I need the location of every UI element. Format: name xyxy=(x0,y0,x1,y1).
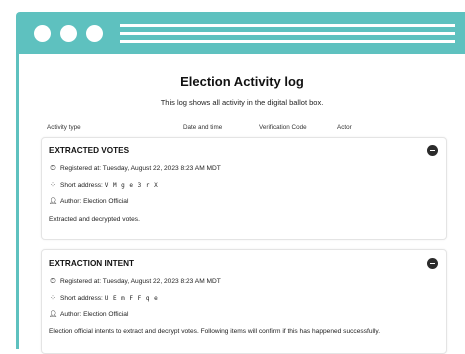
log-entry-card[interactable]: EXTRACTED VOTES 🕒︎ Registered at: Tuesday… xyxy=(41,137,447,240)
entry-short-address-row: ⁘ Short address: V M g e 3 r X xyxy=(49,181,158,189)
fingerprint-icon: ⁘ xyxy=(50,182,56,189)
entry-author-row: 👤︎ Author: Election Official xyxy=(49,197,128,205)
fingerprint-icon: ⁘ xyxy=(50,295,56,302)
window-titlebar xyxy=(16,12,465,54)
short-address-value: U E m F F q e xyxy=(104,295,159,302)
registered-value: Tuesday, August 22, 2023 8:23 AM MDT xyxy=(102,278,221,285)
column-header-date-time[interactable]: Date and time xyxy=(183,124,222,131)
registered-label: Registered at: xyxy=(60,278,102,285)
entry-registered-row: 🕒︎ Registered at: Tuesday, August 22, 202… xyxy=(49,278,221,286)
titlebar-line xyxy=(120,32,455,35)
clock-icon: 🕒︎ xyxy=(50,278,56,285)
entry-author-row: 👤︎ Author: Election Official xyxy=(49,310,128,318)
window-dot-icon xyxy=(60,25,77,42)
author-label: Author: xyxy=(60,311,82,318)
author-value: Election Official xyxy=(83,198,129,205)
entry-registered-row: 🕒︎ Registered at: Tuesday, August 22, 202… xyxy=(49,165,221,173)
page-subtitle: This log shows all activity in the digit… xyxy=(160,98,324,107)
entry-title: EXTRACTION INTENT xyxy=(49,259,135,268)
registered-label: Registered at: xyxy=(60,165,102,172)
short-address-label: Short address: xyxy=(60,182,103,189)
page-title: Election Activity log xyxy=(180,74,304,89)
author-value: Election Official xyxy=(83,311,129,318)
main-content: Election Activity log This log shows all… xyxy=(19,54,465,354)
author-label: Author: xyxy=(60,198,82,205)
column-header-verification-code[interactable]: Verification Code xyxy=(259,124,307,131)
app-window: Election Activity log This log shows all… xyxy=(0,0,465,354)
column-header-activity-type[interactable]: Activity type xyxy=(47,124,81,131)
titlebar-line xyxy=(120,40,455,43)
entry-short-address-row: ⁘ Short address: U E m F F q e xyxy=(49,294,158,302)
collapse-icon[interactable] xyxy=(427,258,438,269)
entry-description: Extracted and decrypted votes. xyxy=(49,216,140,223)
entry-title: EXTRACTED VOTES xyxy=(49,146,130,155)
window-dot-icon xyxy=(34,25,51,42)
entry-description: Election official intents to extract and… xyxy=(49,328,381,335)
short-address-value: V M g e 3 r X xyxy=(104,182,159,189)
user-icon: 👤︎ xyxy=(49,198,58,205)
user-icon: 👤︎ xyxy=(49,311,58,318)
collapse-icon[interactable] xyxy=(427,145,438,156)
titlebar-line xyxy=(120,24,455,27)
column-header-actor[interactable]: Actor xyxy=(337,124,352,131)
short-address-label: Short address: xyxy=(60,295,103,302)
log-entry-card[interactable]: EXTRACTION INTENT 🕒︎ Registered at: Tuesd… xyxy=(41,249,447,354)
registered-value: Tuesday, August 22, 2023 8:23 AM MDT xyxy=(102,165,221,172)
window-dot-icon xyxy=(86,25,103,42)
clock-icon: 🕒︎ xyxy=(50,165,56,172)
